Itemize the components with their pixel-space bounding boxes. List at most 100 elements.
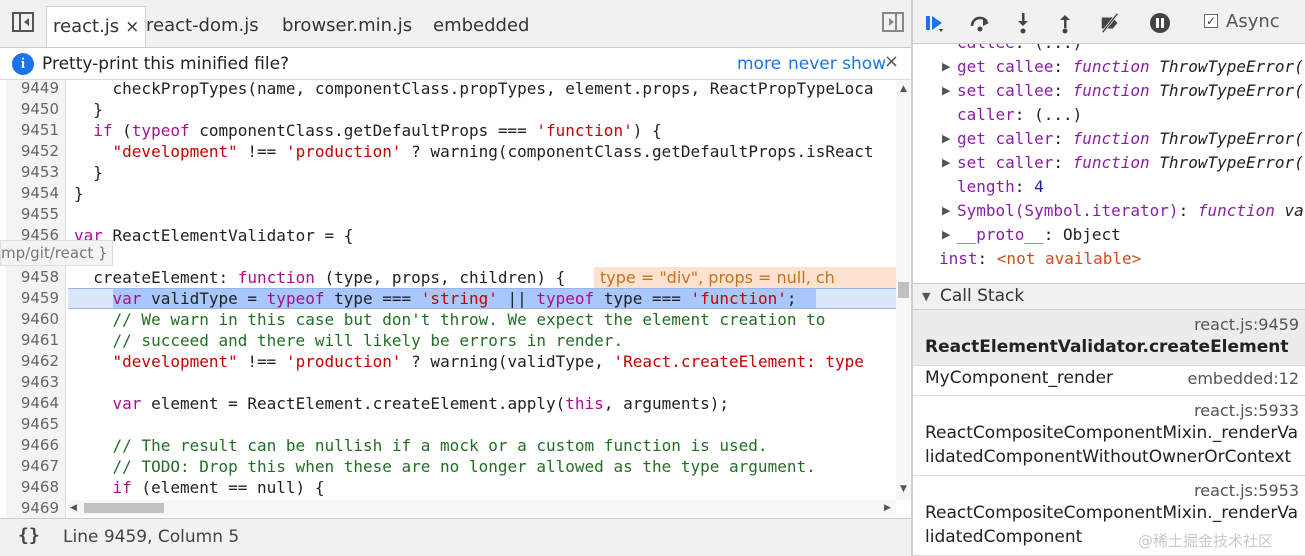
code-token: // We warn in this case but don't throw.…: [74, 310, 826, 329]
scope-token: inst: [939, 249, 978, 268]
expand-triangle-icon[interactable]: ▶: [942, 79, 950, 103]
code-token: typeof: [536, 289, 595, 308]
step-out-icon[interactable]: [1054, 12, 1076, 34]
code-editor[interactable]: 9449945094519452945394549455945694579458…: [0, 80, 911, 518]
call-frame[interactable]: react.js:9459 ReactElementValidator.creat…: [913, 310, 1305, 366]
sources-editor-pane: react.js × react-dom.js browser.min.js em…: [0, 0, 911, 556]
code-token: 'string': [420, 289, 498, 308]
code-token: "development": [112, 352, 238, 371]
step-into-icon[interactable]: [1012, 12, 1034, 34]
async-checkbox[interactable]: ✓: [1204, 14, 1218, 28]
close-tab-icon[interactable]: ×: [125, 17, 139, 37]
scope-token: <not available>: [996, 249, 1142, 268]
scroll-right-icon[interactable]: ▶: [884, 503, 891, 513]
line-number[interactable]: 9460: [21, 309, 59, 330]
close-icon[interactable]: ×: [884, 51, 899, 72]
scope-token: :: [1053, 81, 1073, 100]
more-link[interactable]: more: [737, 52, 781, 76]
scope-token: :: [977, 249, 997, 268]
scope-token: :: [1178, 201, 1198, 220]
tab-browser-min-js[interactable]: browser.min.js: [282, 6, 412, 46]
code-token: (type, props, children) {: [314, 268, 566, 287]
pretty-print-braces-icon[interactable]: {}: [18, 525, 40, 546]
code-line: var element = ReactElement.createElement…: [74, 393, 730, 414]
line-number[interactable]: 9465: [21, 414, 59, 435]
code-token: ? warning(componentClass.getDefaultProps…: [401, 142, 874, 161]
line-number[interactable]: 9454: [21, 183, 59, 204]
tab-label: react.js: [53, 16, 120, 37]
code-token: var: [112, 394, 142, 413]
scope-token: :: [1053, 129, 1073, 148]
line-number[interactable]: 9451: [21, 120, 59, 141]
scope-property[interactable]: length: 4: [957, 175, 1044, 199]
line-number[interactable]: 9450: [21, 99, 59, 120]
pause-on-exceptions-icon[interactable]: [1149, 12, 1171, 34]
collapse-triangle-icon: ▼: [922, 290, 931, 303]
scope-property[interactable]: set callee: function ThrowTypeError(: [957, 79, 1304, 103]
line-number[interactable]: 9466: [21, 435, 59, 456]
expand-triangle-icon[interactable]: ▶: [942, 223, 950, 247]
line-number[interactable]: 9459: [21, 288, 59, 309]
vertical-scrollbar[interactable]: ▲ ▼: [896, 80, 911, 500]
tab-label: embedded: [433, 15, 530, 36]
tab-react-dom-js[interactable]: react-dom.js: [146, 6, 259, 46]
deactivate-breakpoints-icon[interactable]: [1099, 12, 1121, 34]
inline-variable-values: type = "div", props = null, ch: [594, 267, 896, 288]
horizontal-scroll-thumb[interactable]: [84, 503, 164, 513]
code-token: componentClass.getDefaultProps ===: [189, 121, 537, 140]
line-number[interactable]: 9449: [21, 80, 59, 99]
line-number[interactable]: 9469: [21, 498, 59, 518]
horizontal-scrollbar[interactable]: ◀ ▶: [68, 500, 896, 516]
code-token: }: [74, 100, 103, 119]
expand-triangle-icon[interactable]: ▶: [942, 127, 950, 151]
line-number[interactable]: 9452: [21, 141, 59, 162]
code-line: }: [74, 99, 103, 120]
line-number[interactable]: 9467: [21, 456, 59, 477]
debugger-sidebar: callee: (...)▶get callee: function Throw…: [913, 0, 1305, 556]
scope-token: Symbol(Symbol.iterator): [957, 201, 1179, 220]
expand-triangle-icon[interactable]: ▶: [942, 55, 950, 79]
never-show-link[interactable]: never show: [788, 52, 886, 76]
line-number[interactable]: 9453: [21, 162, 59, 183]
call-frame[interactable]: react.js:5933 ReactCompositeComponentMixi…: [913, 396, 1305, 476]
step-over-icon[interactable]: [969, 12, 991, 34]
scope-property[interactable]: caller: (...): [957, 103, 1082, 127]
scroll-down-icon[interactable]: ▼: [900, 484, 907, 494]
scope-property[interactable]: get caller: function ThrowTypeError(: [957, 127, 1304, 151]
code-token: , arguments);: [603, 394, 730, 413]
expand-triangle-icon[interactable]: ▶: [942, 199, 950, 223]
code-token: checkPropTypes(name, componentClass.prop…: [74, 80, 874, 98]
line-number[interactable]: 9464: [21, 393, 59, 414]
code-token: }: [74, 184, 84, 203]
tab-react-js[interactable]: react.js ×: [46, 6, 147, 47]
scope-token: function: [1072, 57, 1150, 76]
line-number[interactable]: 9458: [21, 267, 59, 288]
code-token: createElement:: [74, 268, 238, 287]
line-number[interactable]: 9455: [21, 204, 59, 225]
line-number-gutter[interactable]: 9449945094519452945394549455945694579458…: [6, 80, 66, 518]
tab-embedded[interactable]: embedded: [433, 6, 529, 46]
vertical-scroll-thumb[interactable]: [898, 282, 909, 298]
scope-property[interactable]: get callee: function ThrowTypeError(: [957, 55, 1304, 79]
scope-property[interactable]: __proto__: Object: [957, 223, 1121, 247]
infobar-message: Pretty-print this minified file?: [42, 54, 290, 74]
code-token: "development": [112, 142, 238, 161]
resume-icon[interactable]: [923, 12, 945, 34]
scope-property[interactable]: Symbol(Symbol.iterator): function va: [957, 199, 1304, 223]
line-number[interactable]: 9462: [21, 351, 59, 372]
call-stack-header[interactable]: ▼ Call Stack: [913, 283, 1305, 310]
scope-token: function: [1197, 201, 1275, 220]
scope-token: ThrowTypeError(: [1149, 81, 1304, 100]
file-tab-bar: react.js × react-dom.js browser.min.js em…: [0, 0, 911, 48]
line-number[interactable]: 9463: [21, 372, 59, 393]
scroll-left-icon[interactable]: ◀: [70, 503, 77, 513]
scope-property[interactable]: set caller: function ThrowTypeError(: [957, 151, 1304, 175]
line-number[interactable]: 9461: [21, 330, 59, 351]
call-frame[interactable]: embedded:12 MyComponent_render: [913, 366, 1305, 396]
expand-triangle-icon[interactable]: ▶: [942, 151, 950, 175]
toggle-navigator-icon[interactable]: [12, 12, 34, 32]
toggle-debugger-icon[interactable]: [882, 12, 904, 32]
line-number[interactable]: 9468: [21, 477, 59, 498]
scroll-up-icon[interactable]: ▲: [900, 84, 907, 94]
scope-property[interactable]: inst: <not available>: [939, 247, 1141, 271]
